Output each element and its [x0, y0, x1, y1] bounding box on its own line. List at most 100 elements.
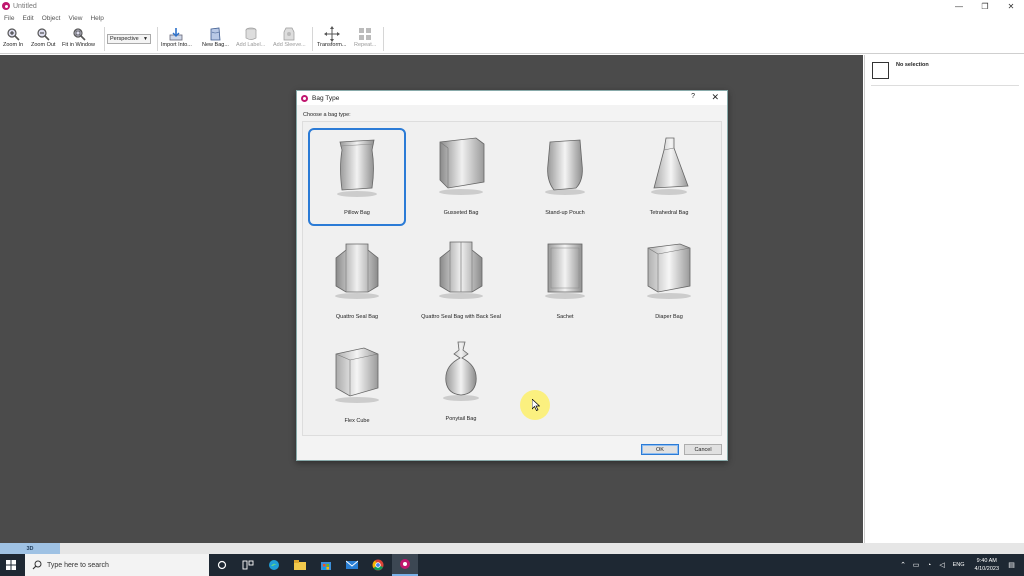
- search-placeholder: Type here to search: [47, 561, 109, 569]
- clock-time: 9:40 AM: [976, 558, 997, 564]
- add-sleeve-button[interactable]: Add Sleeve...: [273, 26, 306, 48]
- toolbar-divider: [312, 27, 313, 51]
- bag-label: Quattro Seal Bag with Back Seal: [421, 314, 501, 320]
- bag-label: Sachet: [556, 314, 574, 320]
- window-controls: — ❐ ✕: [946, 0, 1024, 12]
- toolbar-divider: [104, 27, 105, 51]
- clock[interactable]: 9:40 AM 4/10/2023: [975, 557, 999, 573]
- repeat-button[interactable]: Repeat...: [354, 26, 376, 48]
- new-bag-button[interactable]: New Bag...: [202, 26, 229, 48]
- repeat-icon: [356, 26, 374, 42]
- fit-window-icon: [70, 26, 88, 42]
- bag-label: Gusseted Bag: [443, 210, 479, 216]
- task-view-icon[interactable]: [240, 557, 256, 573]
- zoom-in-button[interactable]: Zoom In: [3, 26, 23, 48]
- toolbar-divider: [383, 27, 384, 51]
- properties-panel: No selection: [864, 55, 1024, 543]
- zoom-in-label: Zoom In: [3, 42, 24, 48]
- chrome-icon[interactable]: [370, 557, 386, 573]
- menu-help[interactable]: Help: [86, 15, 107, 22]
- cancel-button[interactable]: Cancel: [684, 444, 722, 455]
- tab-3d[interactable]: 3D: [0, 543, 60, 554]
- add-sleeve-label: Add Sleeve...: [273, 42, 306, 48]
- bag-tile-quattro-seal-bag[interactable]: Quattro Seal Bag: [308, 232, 406, 330]
- zoom-out-label: Zoom Out: [31, 42, 56, 48]
- zoom-out-button[interactable]: Zoom Out: [31, 26, 55, 48]
- volume-icon[interactable]: ◁: [936, 561, 949, 569]
- help-button[interactable]: ?: [691, 93, 695, 100]
- bag-tile-quattro-seal-back-seal[interactable]: Quattro Seal Bag with Back Seal: [412, 232, 510, 330]
- tetrahedral-bag-icon: [651, 137, 689, 195]
- bag-tile-stand-up-pouch[interactable]: Stand-up Pouch: [516, 128, 614, 226]
- menu-view[interactable]: View: [64, 15, 86, 22]
- bag-label: Stand-up Pouch: [545, 210, 585, 216]
- toolbar-divider: [157, 27, 158, 51]
- panel-divider: [871, 85, 1019, 86]
- menu-edit[interactable]: Edit: [18, 15, 37, 22]
- minimize-button[interactable]: —: [946, 0, 972, 12]
- dialog-app-icon: [301, 94, 308, 102]
- window-title: Untitled: [13, 2, 37, 10]
- new-bag-icon: [206, 26, 224, 42]
- network-icon[interactable]: ▭: [910, 561, 923, 569]
- sachet-icon: [545, 243, 585, 299]
- restore-button[interactable]: ❐: [972, 0, 998, 12]
- stand-up-pouch-icon: [545, 139, 585, 195]
- add-label-button[interactable]: Add Label...: [236, 26, 265, 48]
- transform-button[interactable]: Transform...: [317, 26, 346, 48]
- chevron-down-icon: ▼: [143, 36, 148, 42]
- fit-in-window-button[interactable]: Fit in Window: [62, 26, 95, 48]
- dialog-title: Bag Type: [312, 94, 340, 102]
- menu-bar: File Edit Object View Help: [0, 12, 108, 24]
- bag-label: Tetrahedral Bag: [649, 210, 689, 216]
- cortana-icon[interactable]: [214, 557, 230, 573]
- taskbar-search[interactable]: Type here to search: [25, 554, 209, 576]
- transform-icon: [323, 26, 341, 42]
- bag-tile-gusseted-bag[interactable]: Gusseted Bag: [412, 128, 510, 226]
- close-dialog-button[interactable]: ✕: [711, 92, 719, 103]
- add-sleeve-icon: [280, 26, 298, 42]
- bag-label: Diaper Bag: [655, 314, 683, 320]
- transform-label: Transform...: [317, 42, 347, 48]
- menu-file[interactable]: File: [0, 15, 18, 22]
- mail-icon[interactable]: [344, 557, 360, 573]
- toolbar: Zoom In Zoom Out Fit in Window Import In…: [0, 24, 1024, 54]
- bag-tile-tetrahedral-bag[interactable]: Tetrahedral Bag: [620, 128, 718, 226]
- menu-object[interactable]: Object: [38, 15, 65, 22]
- language-indicator[interactable]: ENG: [953, 562, 965, 568]
- import-into-button[interactable]: Import Into...: [161, 26, 192, 48]
- dialog-prompt: Choose a bag type:: [303, 112, 351, 118]
- file-explorer-icon[interactable]: [292, 557, 308, 573]
- bag-type-dialog: Bag Type ? ✕ Choose a bag type: Pillow B…: [296, 90, 728, 461]
- windows-start-icon[interactable]: [6, 560, 16, 570]
- close-window-button[interactable]: ✕: [998, 0, 1024, 12]
- wifi-icon[interactable]: ◔: [923, 562, 936, 569]
- bag-tile-pillow-bag[interactable]: Pillow Bag: [308, 128, 406, 226]
- diaper-bag-icon: [647, 243, 691, 299]
- bag-tile-flex-cube[interactable]: Flex Cube: [308, 336, 406, 434]
- bag-tile-sachet[interactable]: Sachet: [516, 232, 614, 330]
- selection-status: No selection: [896, 62, 929, 68]
- zoom-in-icon: [4, 26, 22, 42]
- fit-in-window-label: Fit in Window: [62, 42, 96, 48]
- ponytail-bag-icon: [443, 341, 479, 401]
- clock-date: 4/10/2023: [974, 566, 999, 572]
- window-titlebar: Untitled — ❐ ✕: [0, 0, 1024, 12]
- add-label-label: Add Label...: [236, 42, 266, 48]
- notification-icon[interactable]: ▤: [1005, 561, 1018, 569]
- ok-button[interactable]: OK: [641, 444, 679, 455]
- chevron-up-icon[interactable]: ⌃: [897, 561, 910, 569]
- zoom-out-icon: [34, 26, 52, 42]
- flex-cube-icon: [335, 347, 379, 403]
- gusseted-bag-icon: [439, 137, 485, 195]
- bag-tile-diaper-bag[interactable]: Diaper Bag: [620, 232, 718, 330]
- selection-swatch: [872, 62, 889, 79]
- view-mode-select[interactable]: Perspective ▼: [107, 34, 151, 44]
- view-mode-value: Perspective: [110, 36, 139, 42]
- app-taskbar-icon[interactable]: [392, 554, 418, 576]
- bag-tile-ponytail-bag[interactable]: Ponytail Bag: [412, 334, 510, 432]
- edge-browser-icon[interactable]: [266, 557, 282, 573]
- dialog-titlebar: Bag Type ? ✕: [297, 91, 727, 105]
- bag-type-grid: Pillow Bag Gusseted Bag Stand-up Pouch T…: [302, 121, 722, 436]
- store-icon[interactable]: [318, 557, 334, 573]
